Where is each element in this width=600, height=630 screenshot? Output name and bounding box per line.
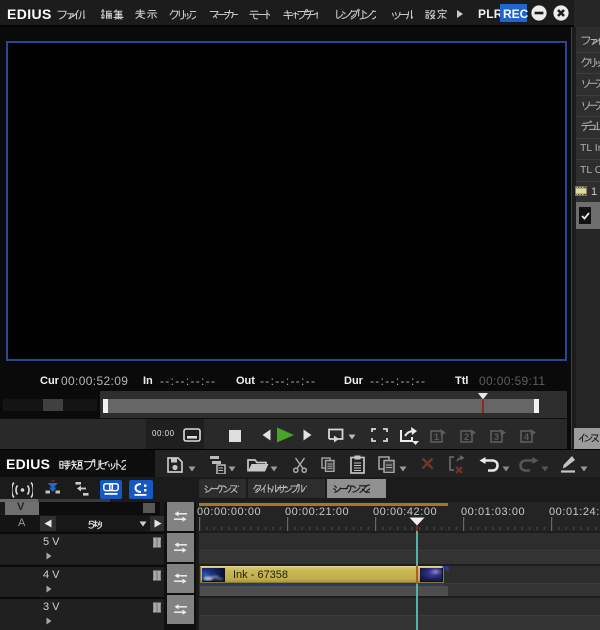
svg-text:1: 1 [434, 432, 439, 442]
svg-text:3: 3 [494, 432, 499, 442]
svg-text:4: 4 [524, 432, 529, 442]
svg-text:2: 2 [464, 432, 469, 442]
